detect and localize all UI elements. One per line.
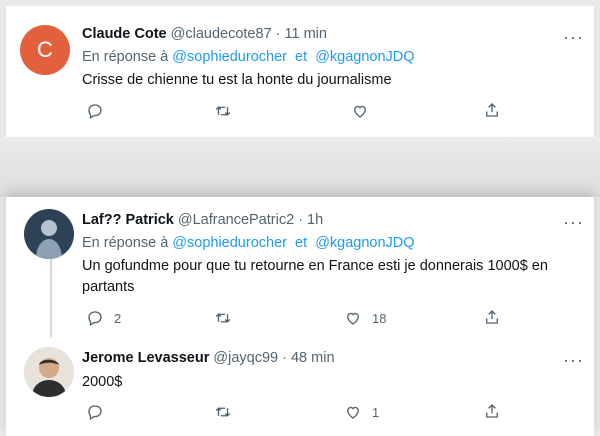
tweet-time[interactable]: · 11 min [276, 26, 327, 42]
reply-prefix: En réponse à [82, 235, 169, 251]
tweet-header: Laf?? Patrick @LafrancePatric2 · 1h [82, 210, 323, 230]
retweet-icon [215, 407, 231, 417]
like-count: 1 [372, 404, 380, 420]
like-icon [354, 105, 366, 118]
tweet-time[interactable]: · 1h [298, 212, 323, 228]
retweet-button[interactable] [214, 403, 232, 421]
reply-button[interactable] [86, 102, 104, 120]
share-button[interactable] [483, 402, 501, 420]
share-icon [486, 103, 498, 117]
reply-button[interactable] [86, 403, 104, 421]
more-icon[interactable]: ··· [563, 28, 584, 46]
tweet-header: Jerome Levasseur @jayqc99 · 48 min [82, 348, 335, 368]
share-button[interactable] [483, 308, 501, 326]
reply-button[interactable]: 2 [86, 309, 121, 327]
separator-band [0, 137, 600, 197]
like-button[interactable]: 1 [344, 403, 379, 421]
avatar-patrick[interactable] [24, 209, 74, 259]
tweet-header: Claude Cote @claudecote87 · 11 min [82, 24, 327, 44]
avatar-claude[interactable]: C [20, 25, 70, 75]
reply-icon [88, 104, 102, 119]
retweet-button[interactable] [214, 102, 232, 120]
retweet-icon [215, 313, 231, 323]
like-count: 18 [372, 310, 387, 326]
tweet-text: partants [82, 279, 135, 295]
share-icon [486, 310, 498, 324]
reply-context: En réponse à @sophiedurocher et @kgagnon… [82, 47, 415, 67]
like-button[interactable] [351, 102, 369, 120]
more-icon[interactable]: ··· [563, 351, 584, 369]
reply-count: 2 [114, 310, 122, 326]
like-icon [347, 312, 359, 325]
reply-icon [88, 405, 102, 420]
tweet-text: Crisse de chienne tu est la honte du jou… [82, 72, 392, 88]
share-button[interactable] [483, 101, 501, 119]
tweet-thread-card: Laf?? Patrick @LafrancePatric2 · 1h ··· … [6, 197, 594, 436]
reply-user-link[interactable]: @kgagnonJDQ [315, 235, 414, 251]
author-name[interactable]: Laf?? Patrick [82, 212, 174, 228]
reply-user-link[interactable]: @sophiedurocher [172, 49, 287, 65]
thread-connector [50, 259, 52, 337]
avatar-image [24, 347, 74, 397]
tweet-time[interactable]: · 48 min [282, 350, 334, 366]
reply-prefix: En réponse à [82, 49, 169, 65]
reply-separator: et [295, 49, 308, 65]
like-button[interactable]: 18 [344, 309, 386, 327]
tweet-card-claude[interactable]: C Claude Cote @claudecote87 · 11 min ···… [6, 6, 594, 137]
reply-user-link[interactable]: @sophiedurocher [172, 235, 287, 251]
share-icon [486, 404, 498, 418]
retweet-button[interactable] [214, 309, 232, 327]
avatar-letter: C [37, 37, 53, 62]
author-name[interactable]: Jerome Levasseur [82, 350, 209, 366]
more-icon[interactable]: ··· [563, 213, 584, 231]
tweet-text: Un gofundme pour que tu retourne en Fran… [82, 258, 548, 274]
author-handle[interactable]: @LafrancePatric2 [178, 212, 294, 228]
reply-icon [88, 311, 102, 326]
reply-separator: et [295, 235, 308, 251]
avatar-image [24, 209, 74, 259]
tweet-text: 2000$ [82, 374, 123, 390]
avatar-jerome[interactable] [24, 347, 74, 397]
reply-user-link[interactable]: @kgagnonJDQ [315, 49, 414, 65]
retweet-icon [215, 106, 231, 116]
reply-context: En réponse à @sophiedurocher et @kgagnon… [82, 233, 415, 253]
author-handle[interactable]: @jayqc99 [213, 350, 278, 366]
like-icon [347, 406, 359, 419]
author-name[interactable]: Claude Cote [82, 26, 167, 42]
author-handle[interactable]: @claudecote87 [171, 26, 272, 42]
